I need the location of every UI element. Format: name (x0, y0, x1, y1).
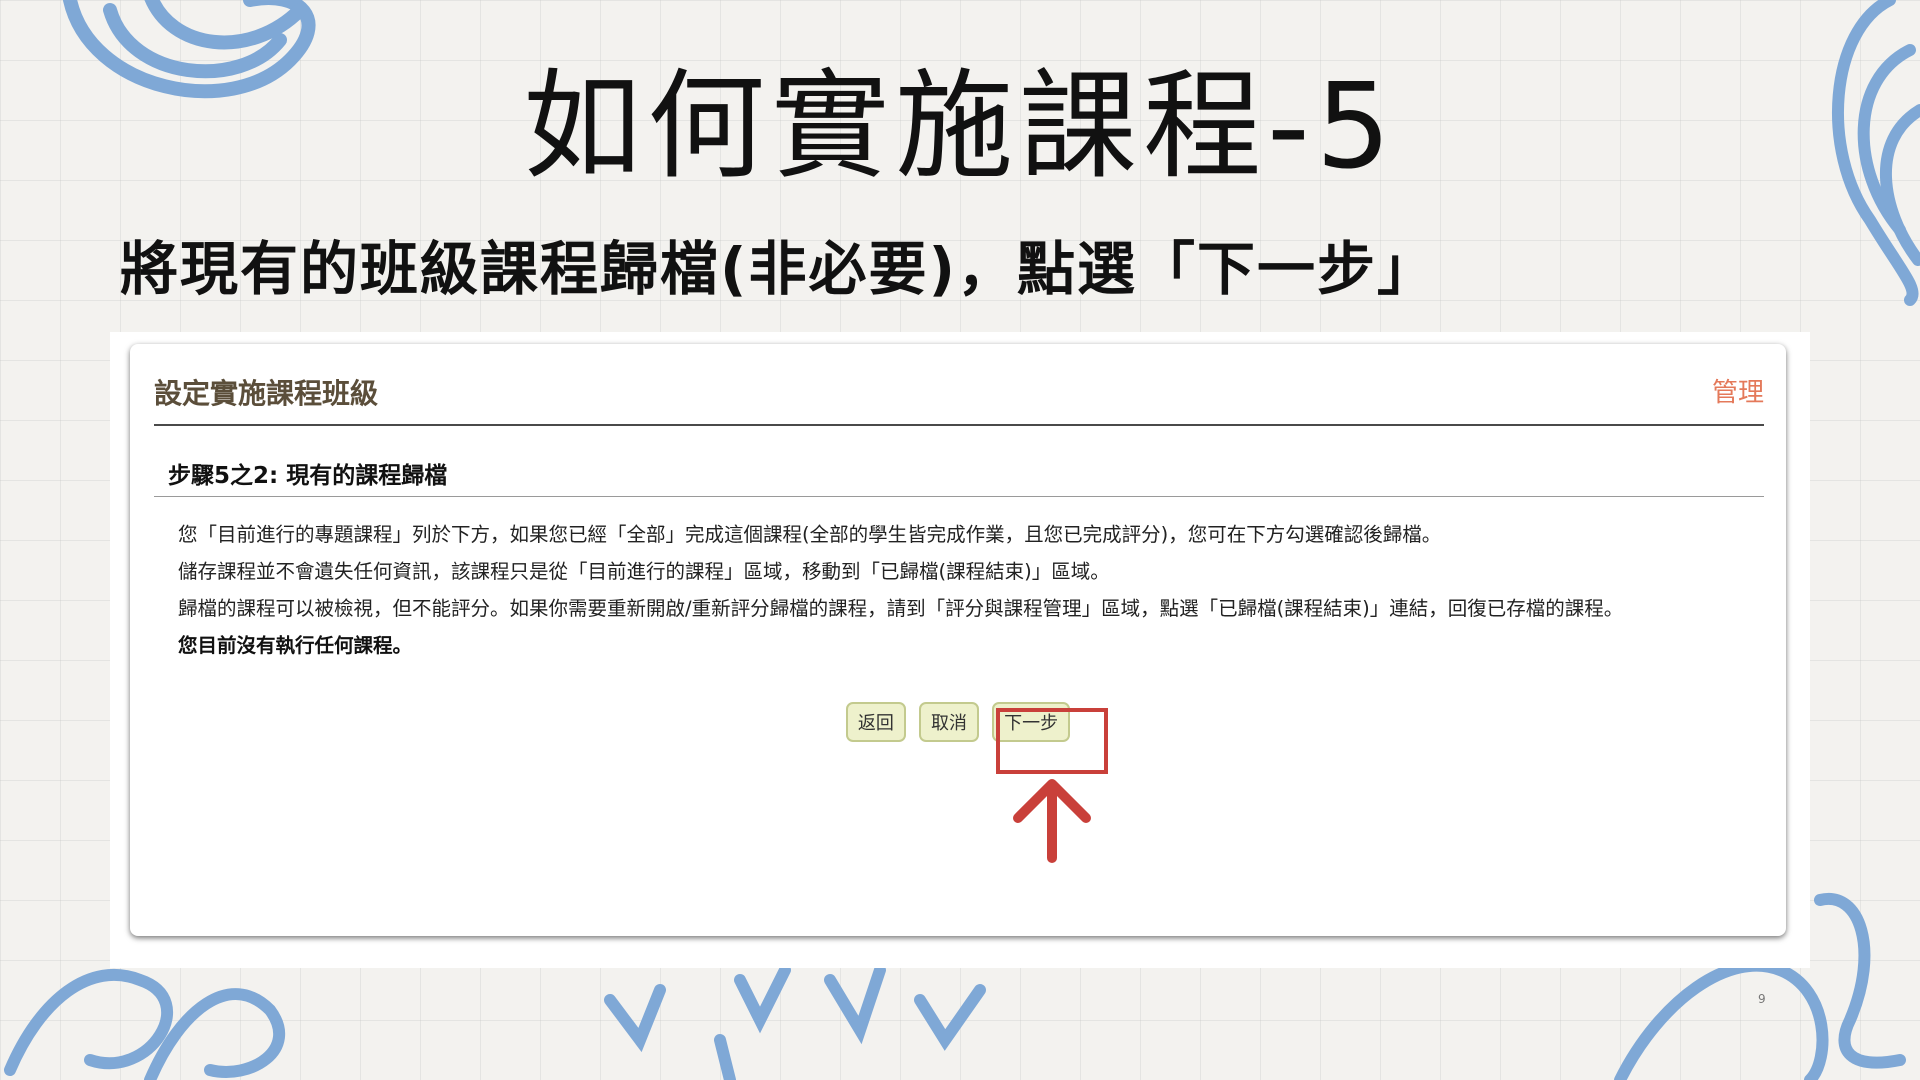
highlight-box (996, 708, 1108, 774)
panel-header: 設定實施課程班級 管理 (154, 370, 1764, 426)
course-class-panel: 設定實施課程班級 管理 步驟5之2: 現有的課程歸檔 您「目前進行的專題課程」列… (130, 344, 1786, 936)
instruction-paragraph: 歸檔的課程可以被檢視，但不能評分。如果你需要重新開啟/重新評分歸檔的課程，請到「… (178, 597, 1624, 620)
back-button[interactable]: 返回 (845, 702, 906, 742)
page-number: 9 (1758, 992, 1766, 1006)
button-row: 返回 取消 下一步 (130, 702, 1786, 742)
slide-title: 如何實施課程-5 (523, 57, 1397, 195)
manage-link[interactable]: 管理 (1712, 372, 1764, 409)
panel-title: 設定實施課程班級 (154, 377, 379, 410)
no-course-notice: 您目前沒有執行任何課程。 (178, 634, 413, 657)
slide-subtitle: 將現有的班級課程歸檔(非必要)，點選「下一步」 (120, 235, 1438, 303)
instructions: 您「目前進行的專題課程」列於下方，如果您已經「全部」完成這個課程(全部的學生皆完… (178, 522, 1748, 670)
step-header: 步驟5之2: 現有的課程歸檔 (154, 452, 1764, 497)
screenshot-frame: 設定實施課程班級 管理 步驟5之2: 現有的課程歸檔 您「目前進行的專題課程」列… (110, 332, 1810, 968)
instruction-paragraph: 您「目前進行的專題課程」列於下方，如果您已經「全部」完成這個課程(全部的學生皆完… (178, 523, 1442, 546)
cancel-button[interactable]: 取消 (919, 702, 979, 742)
up-arrow-icon (1013, 779, 1091, 863)
step-title: 步驟5之2: 現有的課程歸檔 (168, 463, 448, 489)
scribble-bottom-middle-decoration (604, 964, 986, 1080)
instruction-paragraph: 儲存課程並不會遺失任何資訊，該課程只是從「目前進行的課程」區域，移動到「已歸檔(… (178, 560, 1110, 583)
